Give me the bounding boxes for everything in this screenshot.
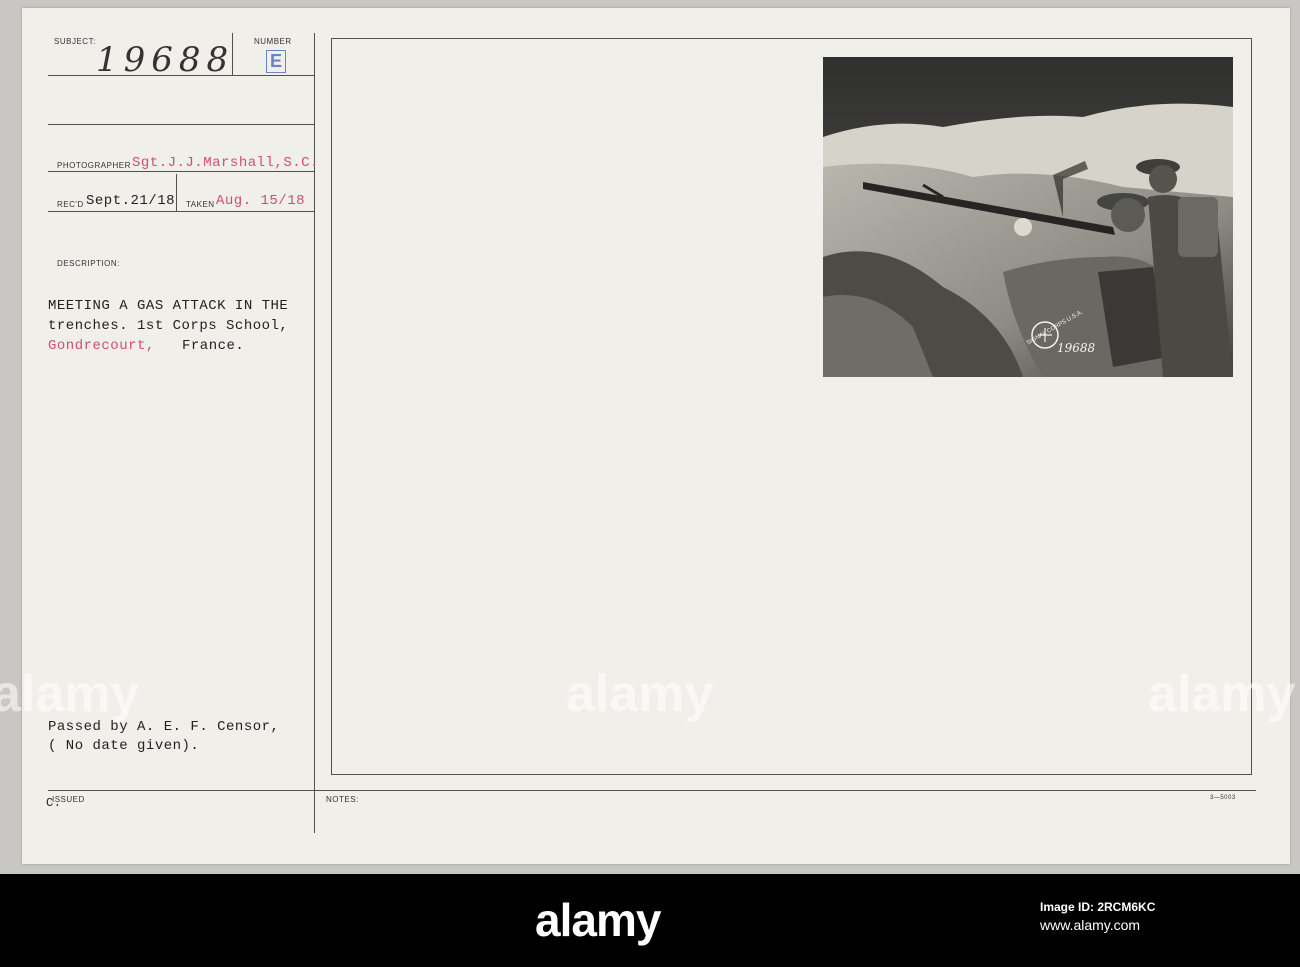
recd-rule [48,211,314,212]
censor-line-2: ( No date given). [48,738,200,754]
description-line-2: trenches. 1st Corps School, [48,318,289,334]
photographer-label: PHOTOGRAPHER [57,161,131,170]
watermark-right: alamy [1148,665,1296,723]
header-rule [48,124,314,125]
number-label: NUMBER [254,37,292,46]
description-label: DESCRIPTION: [57,259,120,268]
image-frame-left [331,38,332,775]
form-number: 3—5003 [1210,795,1236,801]
recd-divider [176,174,177,211]
notes-label: NOTES: [326,795,359,804]
photo-number: 19688 [1057,341,1096,355]
watermark-center: alamy [566,665,714,723]
watermark-left: alamy [0,665,140,723]
subject-value: 19688 [96,40,235,80]
image-frame-top [331,38,1252,39]
image-frame-bottom [331,774,1252,775]
description-line-1: MEETING A GAS ATTACK IN THE [48,298,289,314]
photographer-value: Sgt.J.J.Marshall,S.C. [132,155,319,171]
brand-logo: alamy [535,894,661,946]
issued-mark: C. [46,796,62,810]
stock-info: Image ID: 2RCM6KC www.alamy.com [1040,898,1155,934]
taken-label: TAKEN [186,200,215,209]
description-place: Gondrecourt, [48,338,155,354]
recd-value: Sept.21/18 [86,193,176,209]
subject-label: SUBJECT: [54,37,96,46]
taken-value: Aug. 15/18 [216,193,306,209]
recd-label: REC'D [57,200,84,209]
trench-photograph [823,57,1233,377]
image-id: Image ID: 2RCM6KC [1040,900,1156,914]
notes-rule [48,790,1256,791]
stock-url[interactable]: www.alamy.com [1040,916,1155,934]
description-country: France. [182,338,245,354]
number-value: E [266,50,287,73]
left-column-divider [314,33,315,833]
photographer-rule [48,171,314,172]
